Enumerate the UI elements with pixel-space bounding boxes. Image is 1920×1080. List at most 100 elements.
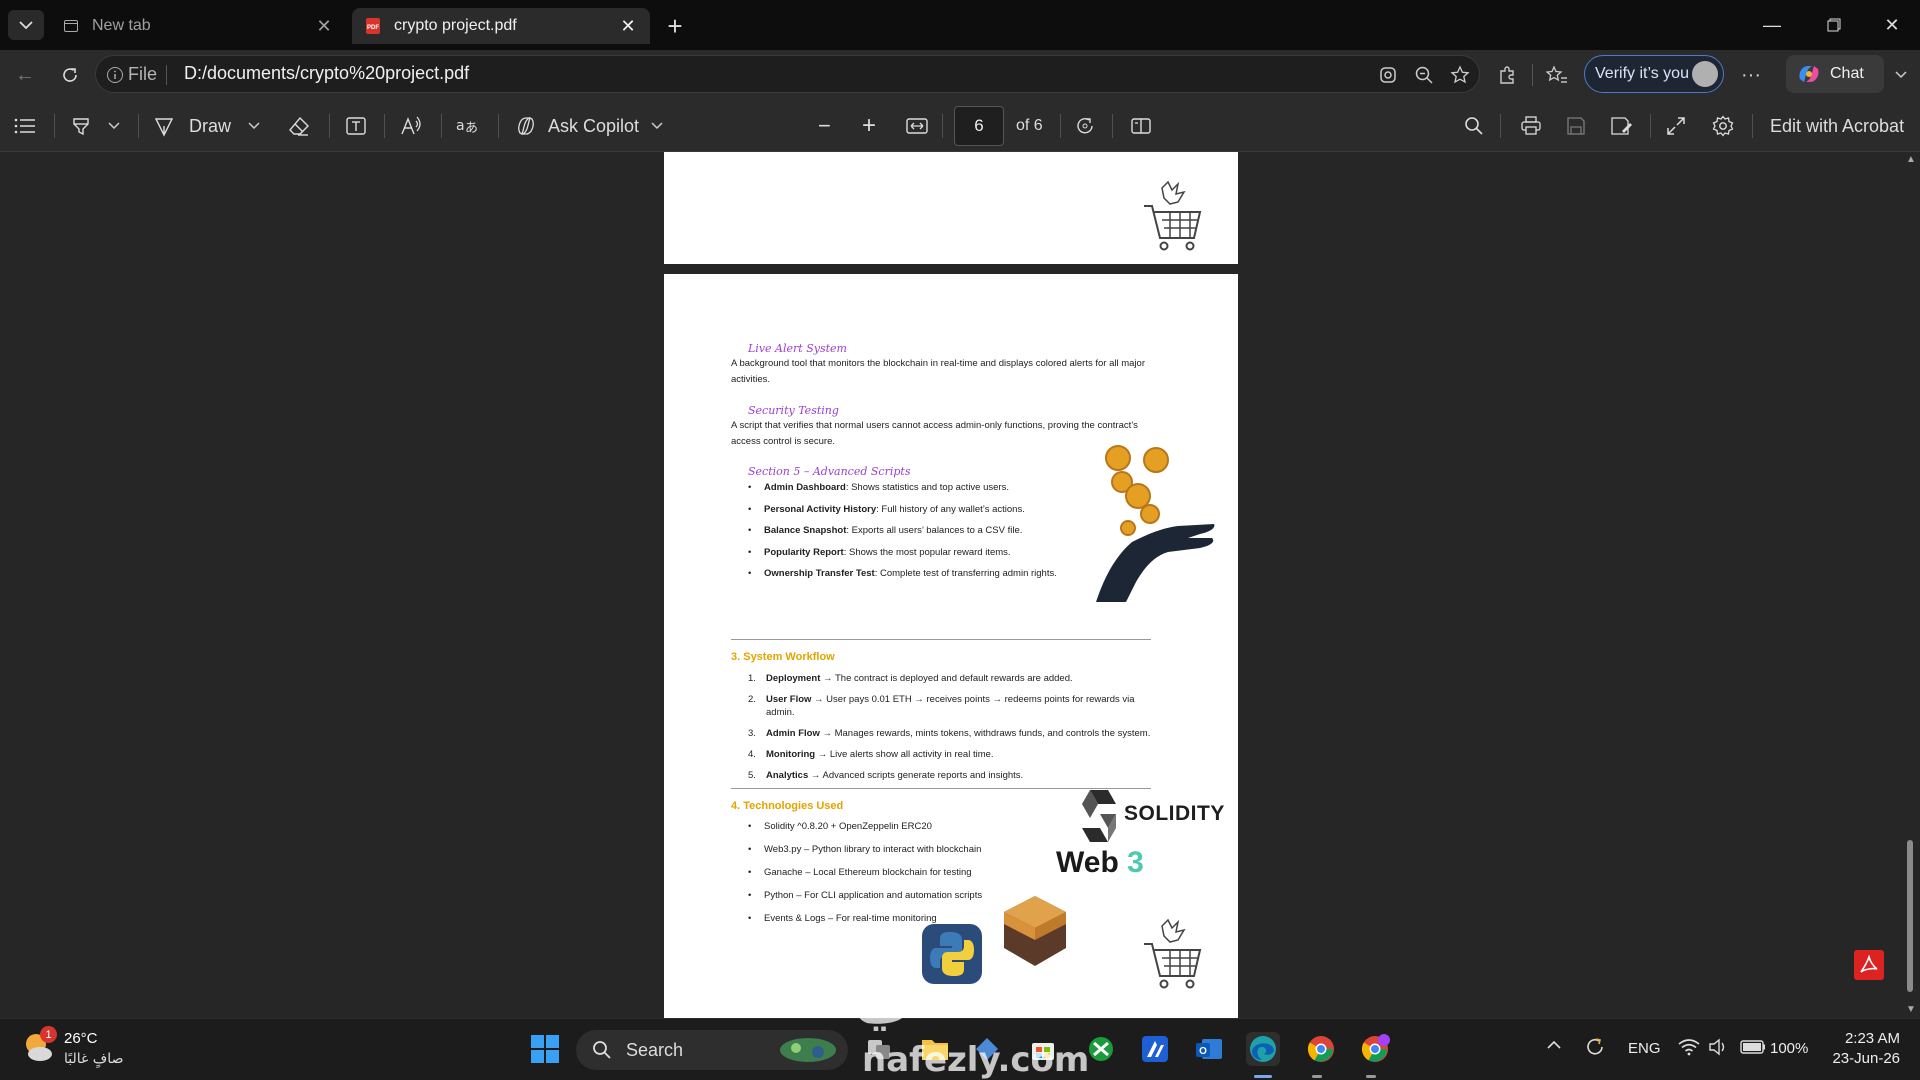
zoom-out-button[interactable]: −	[818, 113, 831, 139]
volume-icon[interactable]	[1708, 1038, 1728, 1060]
highlight-button[interactable]	[70, 113, 92, 139]
list-item: Balance Snapshot: Exports all users’ bal…	[748, 520, 1148, 542]
acrobat-icon[interactable]	[1854, 950, 1884, 980]
divider	[138, 114, 139, 138]
start-button[interactable]	[528, 1032, 562, 1066]
rotate-icon[interactable]	[1074, 113, 1096, 139]
clock-time[interactable]: 2:23 AM	[1840, 1030, 1900, 1047]
watermark-latin: nafezly.com	[862, 1040, 1090, 1080]
close-tab-icon[interactable]: ✕	[616, 14, 640, 38]
zoom-out-icon[interactable]	[1412, 63, 1436, 87]
info-icon	[107, 66, 123, 83]
active-app-indicator	[1254, 1075, 1272, 1078]
ganache-logo-icon	[1004, 896, 1066, 966]
chevron-down-icon	[19, 21, 33, 30]
add-text-icon[interactable]	[345, 113, 367, 139]
chevron-down-icon[interactable]	[1888, 62, 1914, 88]
wifi-icon[interactable]	[1678, 1038, 1700, 1060]
favorite-star-icon[interactable]	[1448, 63, 1472, 87]
draw-button[interactable]: Draw	[153, 113, 231, 139]
page-view-icon[interactable]	[1130, 113, 1152, 139]
search-label: Search	[626, 1039, 684, 1060]
print-icon[interactable]	[1520, 113, 1542, 139]
chevron-down-icon	[651, 122, 663, 130]
divider	[1112, 114, 1113, 138]
pdf-viewport[interactable]: Live Alert System A background tool that…	[0, 152, 1920, 1018]
translate-icon[interactable]: aあ	[456, 113, 480, 139]
live-alert-heading: Live Alert System	[748, 342, 847, 355]
site-info-button[interactable]: File	[106, 64, 157, 85]
chrome-profile-icon[interactable]	[1358, 1032, 1392, 1066]
eraser-icon[interactable]	[288, 113, 310, 139]
outlook-icon[interactable]: O	[1192, 1032, 1226, 1066]
search-highlight-icon	[780, 1038, 836, 1062]
minimize-button[interactable]: —	[1752, 10, 1792, 40]
clock-date[interactable]: 23-Jun-26	[1828, 1050, 1900, 1067]
page-number-input[interactable]	[954, 106, 1004, 146]
list-item: Personal Activity History: Full history …	[748, 499, 1148, 521]
scheme-label: File	[128, 64, 158, 84]
pdf-file-icon: PDF	[364, 17, 382, 35]
more-options-icon[interactable]: ···	[1738, 62, 1764, 88]
fit-width-icon[interactable]	[906, 113, 928, 139]
watermark-arabic: نفعني	[854, 958, 1045, 1031]
scroll-down-arrow[interactable]: ▼	[1904, 1002, 1918, 1016]
divider	[1752, 114, 1753, 138]
divider	[166, 65, 167, 85]
ask-copilot-button[interactable]: Ask Copilot	[514, 113, 663, 139]
copilot-outline-icon	[518, 117, 534, 135]
edge-browser-icon[interactable]	[1246, 1032, 1280, 1066]
taskbar-search[interactable]: Search	[576, 1030, 848, 1070]
scrollbar-thumb[interactable]	[1907, 840, 1913, 992]
save-as-icon[interactable]	[1610, 113, 1632, 139]
show-hidden-icons[interactable]	[1546, 1038, 1562, 1055]
coins-hand-illustration	[1096, 445, 1215, 602]
refresh-button[interactable]	[56, 61, 84, 89]
input-language[interactable]: ENG	[1628, 1040, 1661, 1057]
address-bar[interactable]: File D:/documents/crypto%20project.pdf	[95, 55, 1480, 93]
scroll-up-arrow[interactable]: ▲	[1904, 152, 1918, 166]
weather-widget[interactable]: 1	[22, 1026, 57, 1064]
favorites-icon[interactable]	[1544, 62, 1570, 88]
new-tab-button[interactable]: +	[660, 11, 690, 41]
chrome-icon[interactable]	[1304, 1032, 1338, 1066]
divider	[1500, 114, 1501, 138]
search-icon[interactable]	[1464, 113, 1484, 139]
svg-text:a: a	[456, 118, 465, 134]
chevron-down-icon[interactable]	[248, 113, 260, 139]
divider	[1532, 64, 1533, 86]
list-item: 4. Monitoring → Live alerts show all acti…	[748, 749, 994, 760]
table-of-contents-icon[interactable]	[14, 113, 36, 139]
edit-with-acrobat-button[interactable]: Edit with Acrobat	[1770, 113, 1904, 139]
security-testing-heading: Security Testing	[748, 404, 839, 417]
search-icon	[593, 1041, 611, 1059]
close-tab-icon[interactable]: ✕	[312, 14, 336, 38]
copilot-icon	[1799, 66, 1819, 82]
close-window-button[interactable]: ✕	[1872, 10, 1912, 40]
list-item: Web3.py – Python library to interact wit…	[748, 838, 1048, 861]
chevron-down-icon[interactable]	[108, 113, 120, 139]
weather-desc: صافٍ غالبًا	[64, 1051, 124, 1067]
tab-crypto-pdf[interactable]: PDF crypto project.pdf ✕	[352, 8, 650, 44]
battery-icon[interactable]	[1740, 1040, 1766, 1058]
pdf-page-5-bottom	[664, 152, 1238, 264]
app-blue-icon[interactable]	[1138, 1032, 1172, 1066]
copilot-chat-button[interactable]: Chat	[1786, 55, 1884, 93]
profile-verify-button[interactable]: Verify it’s you	[1584, 55, 1724, 93]
url-text[interactable]: D:/documents/crypto%20project.pdf	[184, 63, 469, 84]
save-icon[interactable]	[1566, 113, 1586, 139]
read-aloud-icon[interactable]	[400, 113, 422, 139]
sync-icon[interactable]	[1584, 1036, 1606, 1062]
settings-gear-icon[interactable]	[1712, 113, 1734, 139]
tab-new-tab[interactable]: New tab ✕	[50, 8, 346, 44]
divider	[942, 114, 943, 138]
list-item: 5. Analytics → Advanced scripts generate …	[748, 770, 1024, 781]
fullscreen-icon[interactable]	[1666, 113, 1686, 139]
copilot-vision-icon[interactable]	[1376, 63, 1400, 87]
back-button[interactable]: ←	[11, 61, 39, 89]
restore-button[interactable]	[1814, 10, 1854, 40]
extensions-icon[interactable]	[1494, 62, 1520, 88]
tab-actions-button[interactable]	[8, 10, 44, 40]
zoom-in-button[interactable]: +	[862, 112, 876, 139]
divider	[441, 114, 442, 138]
